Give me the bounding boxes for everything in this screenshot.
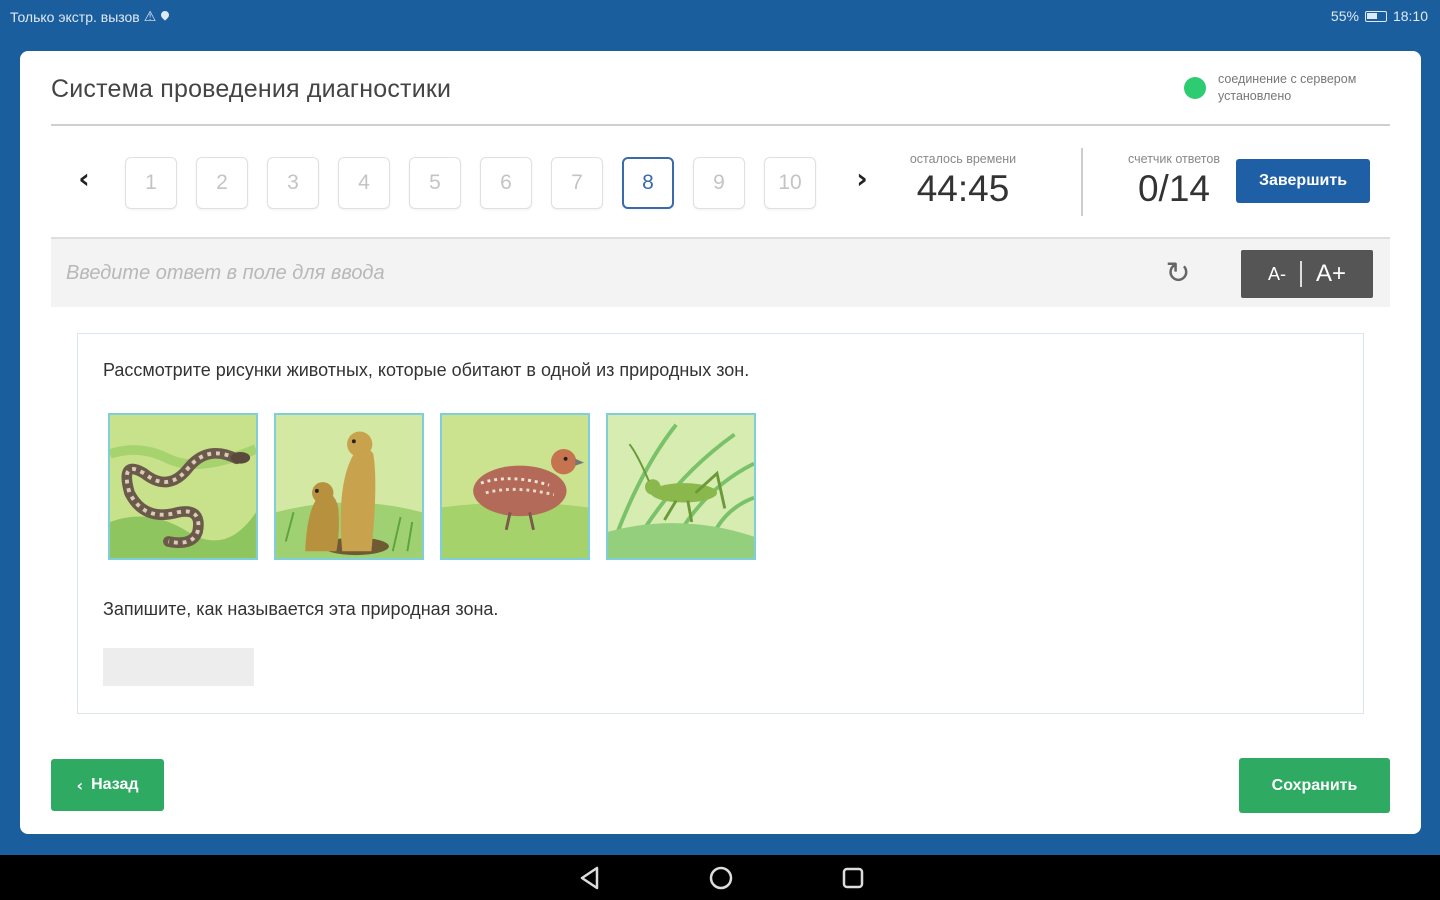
font-increase-button[interactable]: A+ — [1302, 260, 1360, 288]
question-5-button[interactable]: 5 — [409, 157, 461, 209]
font-decrease-button[interactable]: A- — [1254, 264, 1300, 285]
question-1-button[interactable]: 1 — [125, 157, 177, 209]
system-recent-apps-icon[interactable] — [838, 863, 868, 893]
question-8-button[interactable]: 8 — [622, 157, 674, 209]
status-left: Только экстр. вызов ⚠ — [10, 8, 170, 25]
status-network-text: Только экстр. вызов — [10, 8, 140, 25]
question-9-button[interactable]: 9 — [693, 157, 745, 209]
system-nav-bar — [0, 855, 1440, 900]
question-panel: Рассмотрите рисунки животных, которые об… — [77, 333, 1364, 714]
chevron-left-icon: ‹ — [76, 775, 84, 795]
next-question-button[interactable]: › — [847, 160, 877, 196]
connection-status-text: соединение с сервером установлено — [1218, 72, 1357, 103]
status-time: 18:10 — [1392, 8, 1428, 24]
location-pin-icon — [160, 11, 170, 23]
battery-icon — [1364, 10, 1387, 22]
divider — [1081, 148, 1083, 216]
status-bar: Только экстр. вызов ⚠ 55% 18:10 — [0, 0, 1440, 34]
back-button-label: Назад — [91, 776, 139, 793]
gophers-image — [274, 413, 424, 560]
font-size-control: A- A+ — [1241, 250, 1373, 298]
question-7-button[interactable]: 7 — [551, 157, 603, 209]
question-6-button[interactable]: 6 — [480, 157, 532, 209]
question-2-button[interactable]: 2 — [196, 157, 248, 209]
counter-label: счетчик ответов — [1128, 152, 1220, 166]
save-button[interactable]: Сохранить — [1239, 758, 1390, 813]
timer-label: осталось времени — [909, 152, 1017, 166]
page-title: Система проведения диагностики — [51, 75, 452, 103]
connection-status: соединение с сервером установлено — [1184, 71, 1390, 105]
connection-indicator-icon — [1184, 77, 1206, 99]
question-navigation: ‹ 1 2 3 4 5 6 7 8 9 10 › осталось времен… — [51, 146, 1390, 226]
question-4-button[interactable]: 4 — [338, 157, 390, 209]
system-back-icon[interactable] — [575, 863, 605, 893]
question-prompt: Рассмотрите рисунки животных, которые об… — [103, 360, 750, 380]
refresh-icon[interactable]: ↻ — [1161, 257, 1195, 291]
answer-input[interactable] — [51, 239, 1141, 307]
timer: осталось времени 44:45 — [895, 152, 1031, 210]
main-card: Система проведения диагностики соединени… — [20, 51, 1421, 834]
warning-icon: ⚠ — [143, 8, 157, 24]
partridge-image — [440, 413, 590, 560]
counter-value: 0/14 — [1137, 168, 1210, 209]
answer-field[interactable] — [103, 648, 254, 686]
battery-percent: 55% — [1330, 8, 1359, 24]
question-3-button[interactable]: 3 — [267, 157, 319, 209]
animal-images — [108, 413, 756, 560]
header: Система проведения диагностики соединени… — [51, 51, 1390, 126]
finish-button[interactable]: Завершить — [1236, 159, 1370, 203]
status-right: 55% 18:10 — [1331, 8, 1428, 24]
question-instruction: Запишите, как называется эта природная з… — [103, 599, 499, 619]
question-10-button[interactable]: 10 — [764, 157, 816, 209]
prev-question-button[interactable]: ‹ — [69, 160, 99, 196]
answer-counter: счетчик ответов 0/14 — [1109, 152, 1239, 210]
timer-value: 44:45 — [916, 168, 1010, 209]
snake-image — [108, 413, 258, 560]
system-home-icon[interactable] — [706, 863, 736, 893]
answer-bar: ↻ A- A+ — [51, 237, 1390, 307]
back-button[interactable]: ‹ Назад — [51, 759, 164, 811]
grasshopper-image — [606, 413, 756, 560]
